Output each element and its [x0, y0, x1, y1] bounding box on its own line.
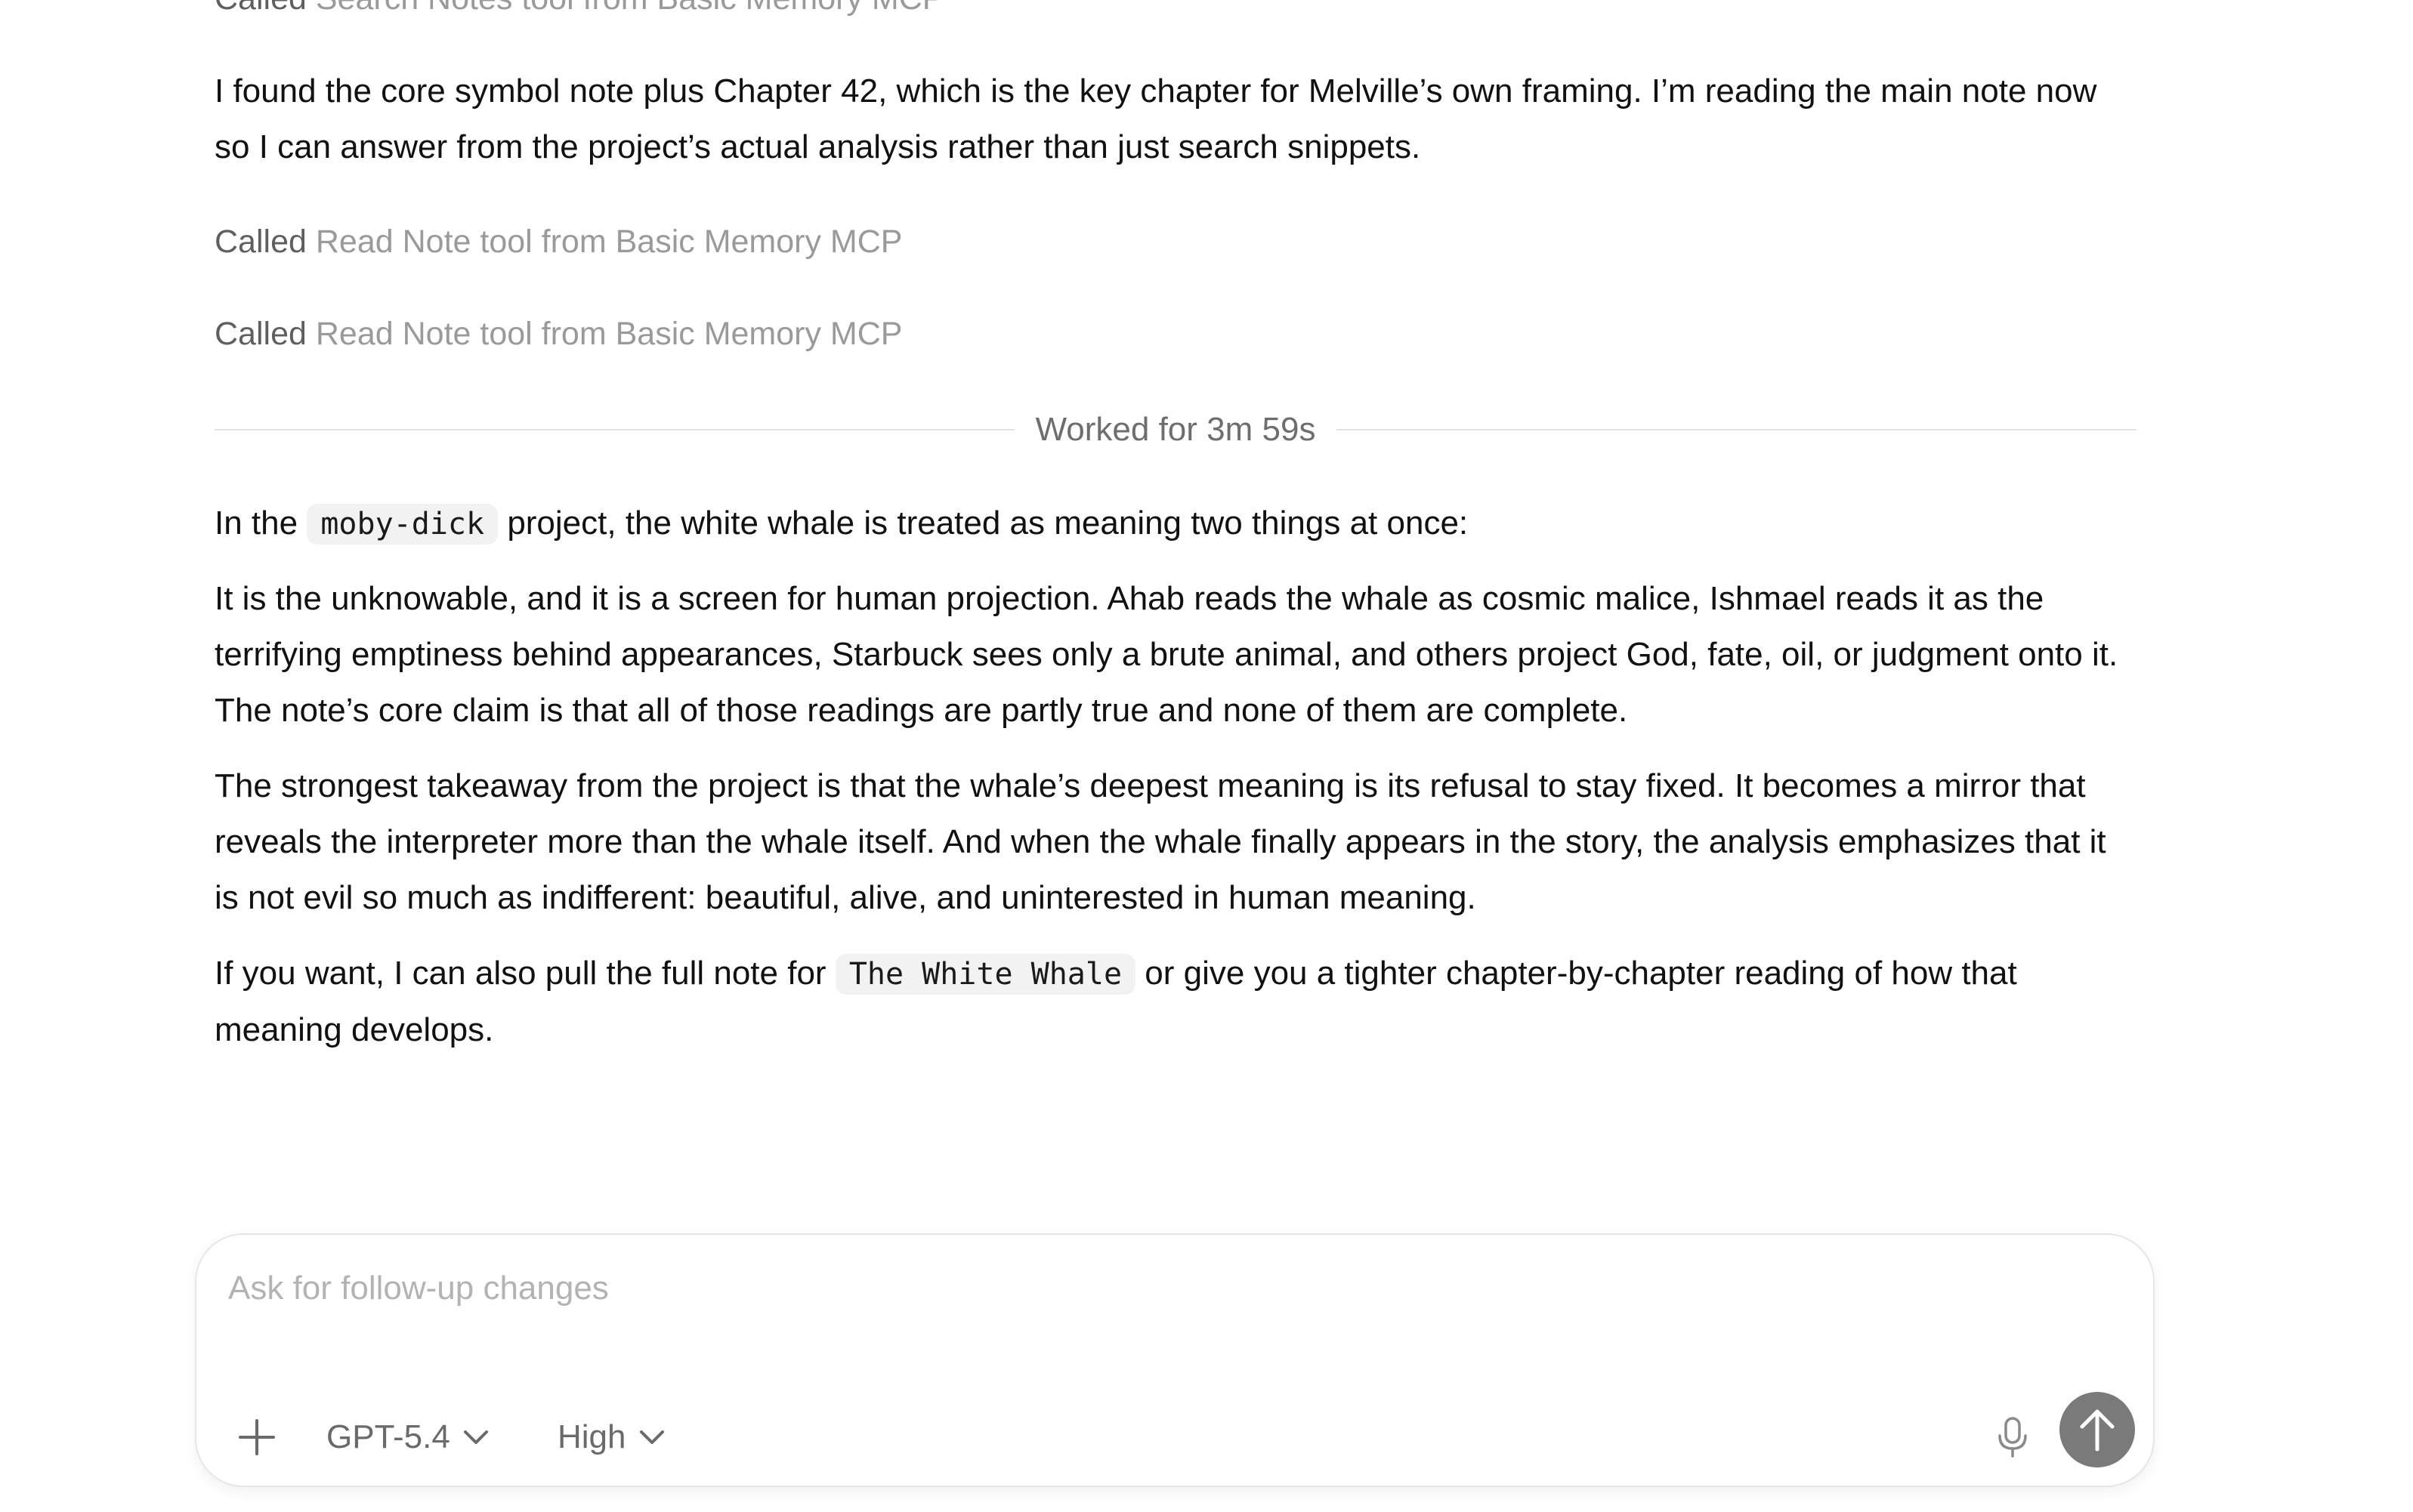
- tool-call-name: Read Note tool from Basic Memory MCP: [315, 224, 903, 260]
- voice-input-button[interactable]: [1982, 1407, 2043, 1467]
- answer-intro: In the moby-dick project, the white whal…: [215, 495, 2136, 552]
- effort-label: High: [558, 1418, 626, 1455]
- model-label: GPT-5.4: [326, 1418, 450, 1455]
- tool-call-prefix: Called: [215, 224, 307, 260]
- tool-call-prefix: Called: [215, 0, 307, 17]
- plus-icon: [239, 1419, 275, 1455]
- microphone-icon: [1998, 1417, 2027, 1458]
- model-selector[interactable]: GPT-5.4: [326, 1410, 490, 1464]
- worked-for-label: Worked for 3m 59s: [1035, 411, 1316, 448]
- inline-code-project: moby-dick: [307, 504, 499, 545]
- tool-call-row[interactable]: Called Read Note tool from Basic Memory …: [215, 219, 902, 264]
- inline-code-note-title: The White Whale: [835, 954, 1136, 995]
- chevron-down-icon: [463, 1430, 488, 1444]
- reasoning-effort-selector[interactable]: High: [558, 1410, 666, 1464]
- send-button[interactable]: [2059, 1392, 2135, 1467]
- answer-intro-text: project, the white whale is treated as m…: [507, 505, 1469, 542]
- composer: GPT-5.4 High: [195, 1233, 2155, 1487]
- answer-paragraph: The strongest takeaway from the project …: [215, 767, 2106, 916]
- divider-line: [1336, 429, 2137, 430]
- tool-call-name: Search Notes tool from Basic Memory MCP: [316, 0, 944, 17]
- answer-intro-text: In the: [215, 505, 298, 542]
- worked-for-divider[interactable]: Worked for 3m 59s: [215, 400, 2137, 459]
- tool-call-name: Read Note tool from Basic Memory MCP: [315, 316, 903, 352]
- follow-up-input[interactable]: [228, 1262, 2041, 1315]
- answer-paragraph: It is the unknowable, and it is a screen…: [215, 580, 2118, 729]
- arrow-up-icon: [2080, 1409, 2115, 1452]
- chevron-down-icon: [639, 1430, 664, 1444]
- tool-call-prefix: Called: [215, 316, 307, 352]
- answer-closing-text: If you want, I can also pull the full no…: [215, 955, 826, 992]
- assistant-status-message: I found the core symbol note plus Chapte…: [215, 73, 2097, 165]
- tool-call-row[interactable]: Called Search Notes tool from Basic Memo…: [215, 0, 944, 21]
- add-attachment-button[interactable]: [227, 1407, 287, 1467]
- tool-call-row[interactable]: Called Read Note tool from Basic Memory …: [215, 311, 902, 356]
- divider-line: [215, 429, 1015, 430]
- answer-closing: If you want, I can also pull the full no…: [215, 946, 2136, 1058]
